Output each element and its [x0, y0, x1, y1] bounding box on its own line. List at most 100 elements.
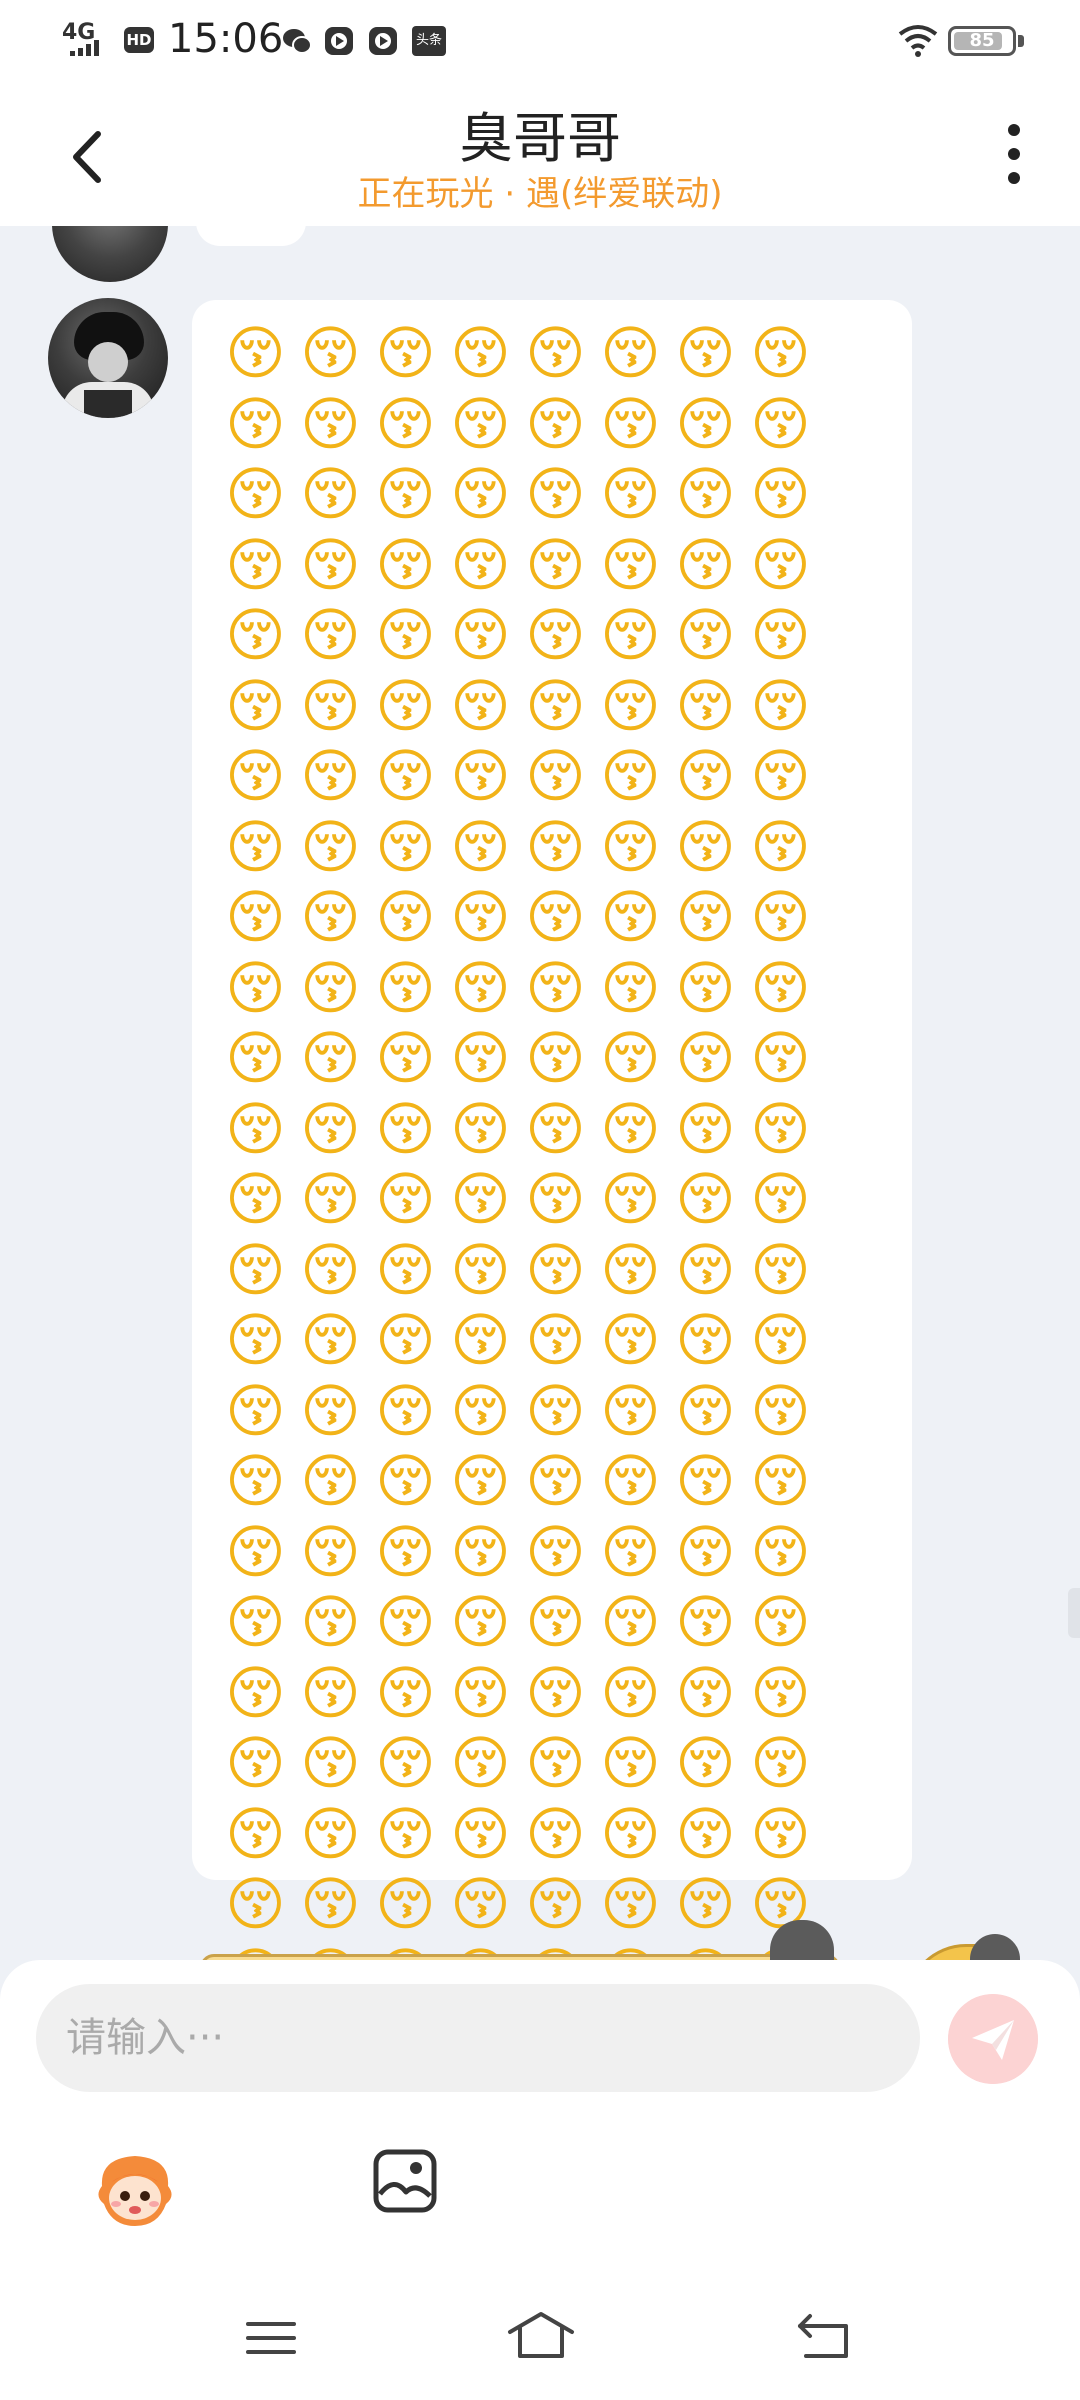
kissing-face-emoji: 😚	[600, 953, 661, 1022]
kissing-face-emoji: 😚	[225, 883, 286, 951]
kissing-face-emoji: 😚	[525, 742, 586, 810]
kissing-face-emoji: 😚	[525, 530, 586, 599]
kissing-face-emoji: 😚	[675, 460, 736, 528]
kissing-face-emoji: 😚	[750, 742, 811, 810]
kissing-face-emoji: 😚	[750, 1799, 811, 1868]
video-app-icon	[325, 27, 353, 55]
kissing-face-emoji: 😚	[750, 1517, 811, 1586]
home-button[interactable]	[506, 2310, 576, 2360]
kissing-face-emoji: 😚	[225, 1799, 286, 1868]
kissing-face-emoji: 😚	[525, 883, 586, 951]
message-input[interactable]	[36, 1984, 920, 2092]
kissing-face-emoji: 😚	[750, 953, 811, 1022]
kissing-face-emoji: 😚	[225, 1094, 286, 1163]
kissing-face-emoji: 😚	[525, 1024, 586, 1092]
kissing-face-emoji: 😚	[375, 1024, 436, 1092]
kissing-face-emoji: 😚	[450, 953, 511, 1022]
contact-name: 臭哥哥	[459, 107, 621, 170]
kissing-face-emoji: 😚	[375, 1517, 436, 1586]
kissing-face-emoji: 😚	[750, 460, 811, 528]
kissing-face-emoji: 😚	[300, 1235, 361, 1304]
kissing-face-emoji: 😚	[525, 1447, 586, 1515]
kissing-face-emoji: 😚	[225, 1024, 286, 1092]
kissing-face-emoji: 😚	[525, 1376, 586, 1445]
kissing-face-emoji: 😚	[675, 1517, 736, 1586]
kissing-face-emoji: 😚	[525, 953, 586, 1022]
kissing-face-emoji: 😚	[600, 1447, 661, 1515]
kissing-face-emoji: 😚	[375, 953, 436, 1022]
kissing-face-emoji: 😚	[300, 460, 361, 528]
kissing-face-emoji: 😚	[600, 742, 661, 810]
kissing-face-emoji: 😚	[675, 812, 736, 881]
kissing-face-emoji: 😚	[675, 1094, 736, 1163]
clock: 15:06	[168, 16, 284, 62]
kissing-face-emoji: 😚	[375, 1447, 436, 1515]
kissing-face-emoji: 😚	[225, 1517, 286, 1586]
kissing-face-emoji: 😚	[375, 1799, 436, 1868]
signal-icon	[70, 40, 99, 56]
previous-message-bubble[interactable]	[196, 226, 306, 246]
send-button[interactable]	[948, 1994, 1038, 2084]
kissing-face-emoji: 😚	[750, 1729, 811, 1797]
kissing-face-emoji: 😚	[375, 1870, 436, 1938]
kissing-face-emoji: 😚	[750, 389, 811, 458]
previous-avatar[interactable]	[52, 226, 168, 282]
kissing-face-emoji: 😚	[750, 812, 811, 881]
kissing-face-emoji: 😚	[675, 1658, 736, 1727]
kissing-face-emoji: 😚	[600, 601, 661, 669]
kissing-face-emoji: 😚	[450, 1729, 511, 1797]
kissing-face-emoji: 😚	[525, 1306, 586, 1374]
kissing-face-emoji: 😚	[525, 1870, 586, 1938]
kissing-face-emoji: 😚	[375, 1376, 436, 1445]
kissing-face-emoji: 😚	[525, 1729, 586, 1797]
kissing-face-emoji: 😚	[450, 883, 511, 951]
kissing-face-emoji: 😚	[525, 1094, 586, 1163]
wechat-icon	[283, 29, 312, 54]
sender-avatar[interactable]	[48, 298, 168, 418]
kissing-face-emoji: 😚	[675, 1306, 736, 1374]
kissing-face-emoji: 😚	[300, 1799, 361, 1868]
scroll-handle[interactable]	[1068, 1588, 1080, 1638]
kissing-face-emoji: 😚	[525, 671, 586, 740]
kissing-face-emoji: 😚	[225, 953, 286, 1022]
kissing-face-emoji: 😚	[225, 530, 286, 599]
kissing-face-emoji: 😚	[675, 601, 736, 669]
kissing-face-emoji: 😚	[300, 883, 361, 951]
kissing-face-emoji: 😚	[225, 1870, 286, 1938]
kissing-face-emoji: 😚	[525, 319, 586, 387]
kissing-face-emoji: 😚	[525, 1235, 586, 1304]
kissing-face-emoji: 😚	[375, 883, 436, 951]
kissing-face-emoji: 😚	[750, 319, 811, 387]
kissing-face-emoji: 😚	[675, 1729, 736, 1797]
kissing-face-emoji: 😚	[375, 812, 436, 881]
contact-status: 正在玩光 · 遇(绊爱联动)	[357, 174, 723, 214]
kissing-face-emoji: 😚	[750, 530, 811, 599]
back-nav-button[interactable]	[796, 2312, 852, 2360]
kissing-face-emoji: 😚	[750, 1306, 811, 1374]
kissing-face-emoji: 😚	[525, 1588, 586, 1656]
hd-badge: HD	[124, 27, 154, 53]
kissing-face-emoji: 😚	[375, 742, 436, 810]
emoji-message-bubble[interactable]: 😚 😚 😚 😚 😚 😚 😚 😚 😚 😚 😚 😚 😚 😚 😚 😚 😚 😚 😚 😚 😚 😚 😚 😚 😚 😚 😚 😚 😚 😚 😚 😚 😚 😚 😚 😚 😚 😚 😚 😚…	[192, 300, 912, 1960]
kissing-face-emoji: 😚	[600, 1588, 661, 1656]
kissing-face-emoji: 😚	[675, 1376, 736, 1445]
kissing-face-emoji: 😚	[750, 1447, 811, 1515]
kissing-face-emoji: 😚	[300, 601, 361, 669]
chat-messages[interactable]: 😚 😚 😚 😚 😚 😚 😚 😚 😚 😚 😚 😚 😚 😚 😚 😚 😚 😚 😚 😚 😚 😚 😚 😚 😚 😚 😚 😚 😚 😚 😚 😚 😚 😚 😚 😚 😚 😚 😚 😚…	[0, 226, 1080, 1960]
kissing-face-emoji: 😚	[300, 530, 361, 599]
kissing-face-emoji: 😚	[600, 671, 661, 740]
kissing-face-emoji: 😚	[600, 460, 661, 528]
kissing-face-emoji: 😚	[375, 1729, 436, 1797]
kissing-face-emoji: 😚	[600, 1729, 661, 1797]
recent-apps-button[interactable]	[246, 2318, 296, 2358]
dot-icon	[1008, 148, 1020, 160]
image-button[interactable]	[372, 2148, 438, 2214]
more-options-button[interactable]	[994, 124, 1034, 194]
kissing-face-emoji: 😚	[225, 1165, 286, 1233]
toutiao-icon: 头条	[412, 26, 446, 56]
kissing-face-emoji: 😚	[300, 1306, 361, 1374]
kissing-face-emoji: 😚	[300, 1447, 361, 1515]
sticker-button[interactable]	[92, 2146, 178, 2232]
battery-tip	[1018, 35, 1024, 47]
kissing-face-emoji: 😚	[600, 1235, 661, 1304]
